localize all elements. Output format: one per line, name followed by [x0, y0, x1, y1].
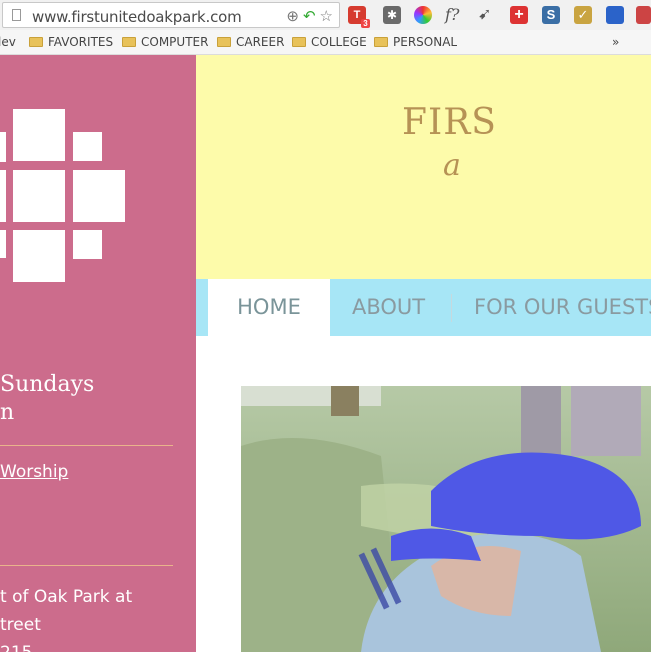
sidebar-heading: Sundays n: [0, 372, 95, 425]
nav-home[interactable]: HOME: [208, 279, 330, 336]
main-nav: HOME ABOUT FOR OUR GUESTS: [196, 279, 651, 336]
color-wheel-icon[interactable]: [414, 6, 432, 24]
plus-extension-icon[interactable]: +: [510, 6, 528, 24]
bookmarks-more[interactable]: »: [612, 35, 619, 49]
folder-icon: [29, 37, 43, 47]
sidebar-divider: [0, 445, 173, 446]
bookmark-personal[interactable]: PERSONAL: [374, 35, 457, 49]
star-icon[interactable]: ☆: [320, 8, 333, 25]
bird-icon[interactable]: ➹: [478, 6, 496, 24]
zoom-icon[interactable]: ⊕: [286, 8, 299, 25]
bookmark-college[interactable]: COLLEGE: [292, 35, 367, 49]
sidebar-divider: [0, 565, 173, 566]
page-icon: [12, 9, 21, 21]
browser-toolbar: www.firstunitedoakpark.com ⊕ ↶ ☆ T3 ✱ f? ➹…: [0, 0, 651, 30]
folder-icon: [217, 37, 231, 47]
site-subtitle: a: [443, 148, 461, 183]
folder-icon: [292, 37, 306, 47]
bookmark-computer[interactable]: COMPUTER: [122, 35, 208, 49]
folder-icon: [122, 37, 136, 47]
url-text[interactable]: www.firstunitedoakpark.com: [32, 8, 242, 26]
nav-about[interactable]: ABOUT: [352, 279, 425, 336]
nav-divider: [451, 294, 452, 322]
bookmark-partial[interactable]: lev: [0, 35, 16, 49]
back-arrow-icon[interactable]: ↶: [303, 8, 316, 25]
gear-extension-icon[interactable]: ✱: [383, 6, 401, 24]
check-extension-icon[interactable]: ✓: [574, 6, 592, 24]
bookmarks-bar: lev FAVORITES COMPUTER CAREER COLLEGE PE…: [0, 30, 651, 55]
tt-extension-icon[interactable]: T3: [348, 6, 370, 28]
bookmark-favorites[interactable]: FAVORITES: [29, 35, 113, 49]
site-title[interactable]: FIRS: [402, 102, 497, 143]
s-extension-icon[interactable]: S: [542, 6, 560, 24]
address-bar[interactable]: www.firstunitedoakpark.com ⊕ ↶ ☆: [2, 2, 340, 28]
hero-photo: [241, 386, 651, 652]
nav-for-our-guests[interactable]: FOR OUR GUESTS: [474, 279, 651, 336]
gmail-icon[interactable]: [636, 6, 651, 24]
site-header: [196, 55, 651, 279]
worship-link[interactable]: Worship: [0, 462, 68, 482]
sidebar-address: t of Oak Park at treet 215: [0, 587, 133, 663]
extension-badge: 3: [361, 19, 370, 28]
folder-icon: [374, 37, 388, 47]
screen-extension-icon[interactable]: [606, 6, 624, 24]
bookmark-career[interactable]: CAREER: [217, 35, 284, 49]
sidebar: [0, 55, 196, 652]
f-question-icon[interactable]: f?: [445, 6, 463, 24]
